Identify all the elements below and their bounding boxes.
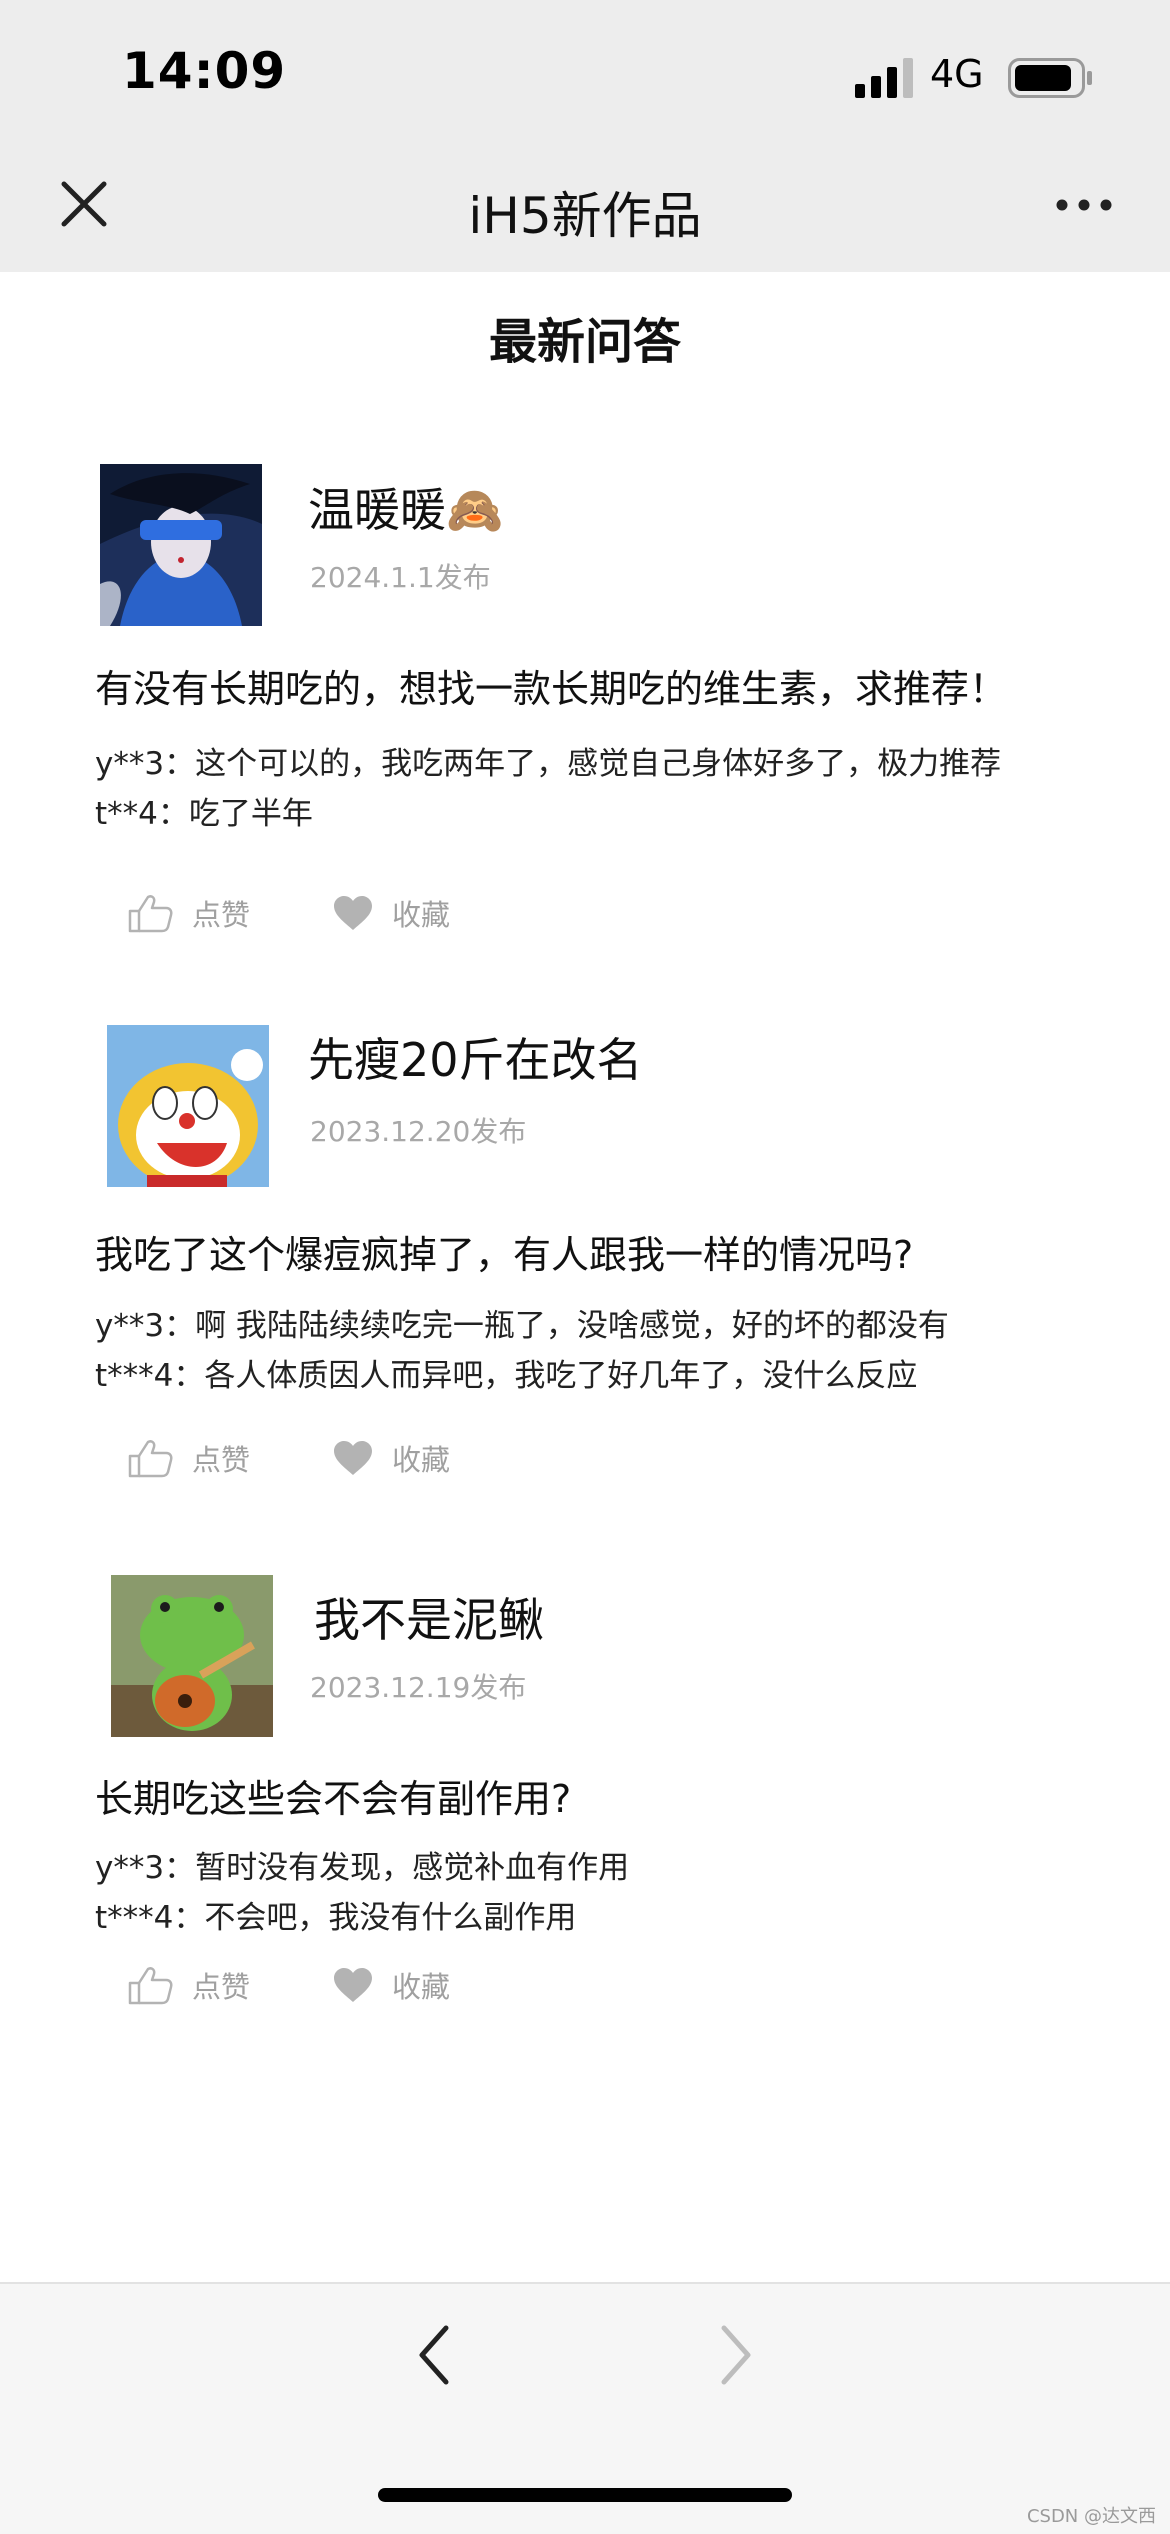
reply-text: y**3：这个可以的，我吃两年了，感觉自己身体好多了，极力推荐 (95, 746, 1002, 782)
favorite-label: 收藏 (392, 1970, 451, 2004)
favorite-button[interactable]: 收藏 (332, 1964, 450, 2006)
question-text: 长期吃这些会不会有副作用? (95, 1777, 572, 1821)
network-type: 4G (930, 52, 984, 96)
favorite-button[interactable]: 收藏 (332, 892, 450, 934)
reply-text: t**4：吃了半年 (95, 796, 313, 832)
home-indicator (378, 2488, 792, 2502)
thumbs-up-icon (128, 1967, 173, 2005)
post-date: 2024.1.1发布 (310, 561, 491, 594)
back-arrow-icon[interactable] (410, 2320, 460, 2390)
heart-icon (334, 1968, 372, 2002)
like-label: 点赞 (192, 898, 251, 932)
reply-text: y**3：啊 我陆陆续续吃完一瓶了，没啥感觉，好的坏的都没有 (95, 1308, 949, 1344)
favorite-button[interactable]: 收藏 (332, 1437, 450, 1479)
thumbs-up-icon (128, 1440, 173, 1478)
battery-icon (1008, 58, 1092, 98)
username: 我不是泥鳅 (314, 1593, 544, 1647)
like-button[interactable]: 点赞 (128, 1437, 250, 1479)
section-title: 最新问答 (488, 314, 681, 370)
username: 温暖暖🙈 (308, 483, 504, 537)
reply-text: t***4：各人体质因人而异吧，我吃了好几年了，没什么反应 (95, 1358, 918, 1394)
post-date: 2023.12.20发布 (310, 1115, 527, 1148)
heart-icon (334, 896, 372, 930)
page-title: iH5新作品 (468, 187, 702, 245)
watermark: CSDN @达文西 (1026, 2506, 1156, 2527)
question-text: 有没有长期吃的，想找一款长期吃的维生素，求推荐！ (95, 667, 1008, 711)
heart-icon (334, 1441, 372, 1475)
reply-text: y**3：暂时没有发现，感觉补血有作用 (95, 1850, 630, 1886)
thumbs-up-icon (128, 895, 173, 933)
post-date: 2023.12.19发布 (310, 1671, 527, 1704)
reply-text: t***4：不会吧，我没有什么副作用 (95, 1900, 577, 1936)
avatar (107, 1025, 269, 1187)
like-button[interactable]: 点赞 (128, 1964, 250, 2006)
username: 先瘦20斤在改名 (308, 1033, 643, 1087)
avatar (100, 464, 262, 626)
like-label: 点赞 (192, 1443, 251, 1477)
status-time: 14:09 (122, 42, 287, 100)
question-text: 我吃了这个爆痘疯掉了，有人跟我一样的情况吗? (95, 1233, 914, 1277)
favorite-label: 收藏 (392, 1443, 451, 1477)
like-label: 点赞 (192, 1970, 251, 2004)
avatar (111, 1575, 273, 1737)
more-icon[interactable] (1054, 190, 1114, 220)
signal-icon (855, 58, 913, 98)
like-button[interactable]: 点赞 (128, 892, 250, 934)
favorite-label: 收藏 (392, 898, 451, 932)
forward-arrow-icon[interactable] (710, 2320, 760, 2390)
